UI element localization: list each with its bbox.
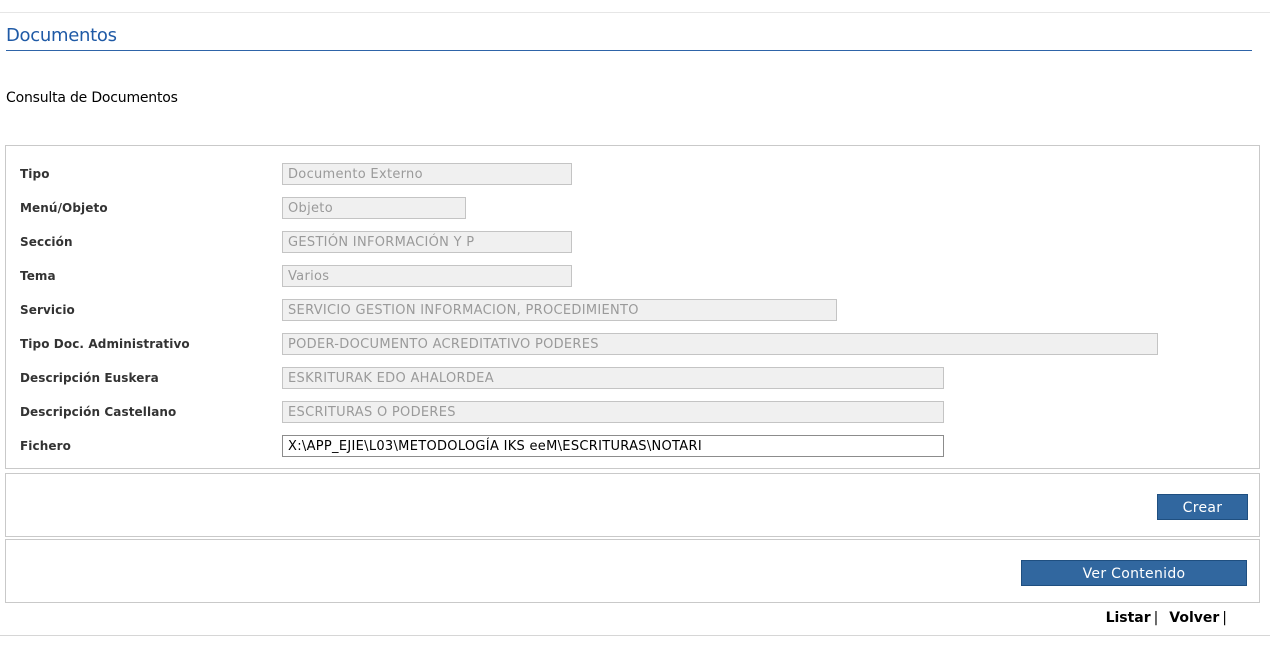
footer-links: Listar | Volver | [1106,610,1233,626]
fichero-field[interactable]: X:\APP_EJIE\L03\METODOLOGÍA IKS eeM\ESCR… [282,435,944,457]
seccion-label: Sección [20,235,73,249]
page-title: Documentos [6,25,117,46]
ver-contenido-button[interactable]: Ver Contenido [1021,560,1247,586]
volver-link[interactable]: Volver [1169,610,1219,626]
tema-label: Tema [20,269,56,283]
crear-panel: Crear [5,473,1260,537]
page: Documentos Consulta de Documentos Tipo D… [0,0,1279,657]
row-descripcion-euskera: Descripción Euskera ESKRITURAK EDO AHALO… [6,367,1259,391]
top-divider [0,12,1270,13]
seccion-field[interactable]: GESTIÓN INFORMACIÓN Y P [282,231,572,253]
descripcion-euskera-field[interactable]: ESKRITURAK EDO AHALORDEA [282,367,944,389]
tipo-doc-administrativo-field[interactable]: PODER-DOCUMENTO ACREDITATIVO PODERES [282,333,1158,355]
tema-field[interactable]: Varios [282,265,572,287]
descripcion-euskera-label: Descripción Euskera [20,371,159,385]
descripcion-castellano-label: Descripción Castellano [20,405,177,419]
fichero-label: Fichero [20,439,71,453]
crear-button[interactable]: Crear [1157,494,1248,520]
tipo-field[interactable]: Documento Externo [282,163,572,185]
document-form: Tipo Documento Externo Menú/Objeto Objet… [5,145,1260,469]
row-descripcion-castellano: Descripción Castellano ESCRITURAS O PODE… [6,401,1259,425]
page-subtitle: Consulta de Documentos [6,90,178,106]
row-tipo: Tipo Documento Externo [6,163,1259,187]
servicio-label: Servicio [20,303,75,317]
tipo-label: Tipo [20,167,50,181]
menu-objeto-label: Menú/Objeto [20,201,108,215]
row-tema: Tema Varios [6,265,1259,289]
servicio-field[interactable]: SERVICIO GESTION INFORMACION, PROCEDIMIE… [282,299,837,321]
descripcion-castellano-field[interactable]: ESCRITURAS O PODERES [282,401,944,423]
row-servicio: Servicio SERVICIO GESTION INFORMACION, P… [6,299,1259,323]
separator: | [1153,610,1159,626]
tipo-doc-administrativo-label: Tipo Doc. Administrativo [20,337,190,351]
menu-objeto-field[interactable]: Objeto [282,197,466,219]
bottom-divider [0,635,1270,636]
row-fichero: Fichero X:\APP_EJIE\L03\METODOLOGÍA IKS … [6,435,1259,459]
section-header: Documentos [6,24,1252,51]
row-seccion: Sección GESTIÓN INFORMACIÓN Y P [6,231,1259,255]
row-tipo-doc-administrativo: Tipo Doc. Administrativo PODER-DOCUMENTO… [6,333,1259,357]
separator: | [1222,610,1227,626]
listar-link[interactable]: Listar [1106,610,1151,626]
row-menu-objeto: Menú/Objeto Objeto [6,197,1259,221]
ver-contenido-panel: Ver Contenido [5,539,1260,603]
